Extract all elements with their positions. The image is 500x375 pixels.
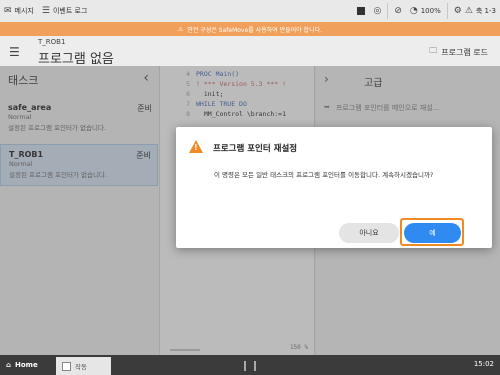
yes-button[interactable]: 예 (404, 223, 461, 243)
warning-exclamation: ! (194, 143, 198, 152)
dialog-message: 이 명령은 모든 일반 태스크의 프로그램 포인터를 이동합니다. 계속하시겠습… (214, 171, 434, 179)
speed-button[interactable]: ◔ 100% (406, 0, 445, 22)
dialog-title: 프로그램 포인터 재설정 (213, 144, 298, 154)
home-label: Home (15, 361, 38, 369)
messages-button[interactable]: ✉ 메시지 (0, 0, 38, 22)
operate-app-label: 작동 (75, 363, 87, 371)
run-mode-icon: ⊘ (394, 6, 402, 16)
run-mode-button[interactable]: ⊘ (390, 0, 406, 22)
operate-app-icon (62, 361, 71, 371)
speed-gauge-icon: ◔ (409, 6, 418, 16)
home-icon: ⌂ (6, 361, 12, 369)
warning-text: 안전 구성은 SafeMove를 사용하여 만들어야 합니다. (187, 26, 323, 34)
load-program-label: 프로그램 로드 (441, 47, 488, 57)
status-bar: ✉ 메시지 ☰ 이벤트 로그 ◎ ⊘ ◔ 100% ⚙ ⚠ 축 1-3 (0, 0, 500, 22)
clock: 15:02 (473, 360, 494, 368)
stop-state-button[interactable] (353, 0, 369, 22)
bottom-bar: ⌂ Home 작동 15:02 (0, 355, 500, 375)
mechunit-label: 축 1-3 (475, 7, 496, 15)
mechunit-button[interactable]: ⚙ ⚠ 축 1-3 (450, 0, 500, 22)
load-program-button[interactable]: 🗀 프로그램 로드 (429, 45, 488, 59)
warning-icon: ⚠ (177, 25, 184, 33)
speed-label: 100% (420, 7, 441, 15)
no-button[interactable]: 아니요 (339, 223, 399, 243)
list-icon: ☰ (41, 6, 50, 16)
operate-app-tab[interactable]: 작동 (56, 357, 111, 375)
messages-label: 메시지 (14, 7, 34, 15)
motor-button[interactable]: ◎ (369, 0, 385, 22)
motor-icon: ◎ (373, 6, 382, 16)
program-task-name: T_ROB1 (38, 38, 66, 46)
drawer-handle[interactable] (244, 361, 256, 371)
program-header: ☰ T_ROB1 프로그램 없음 🗀 프로그램 로드 (0, 36, 500, 67)
folder-icon: 🗀 (429, 46, 438, 55)
message-icon: ✉ (4, 6, 12, 16)
safety-warning-bar[interactable]: ⚠ 안전 구성은 SafeMove를 사용하여 만들어야 합니다. (0, 22, 500, 36)
home-button[interactable]: ⌂ Home (0, 355, 55, 375)
axis-icon: ⚠ (464, 6, 473, 16)
reset-pp-dialog: ! 프로그램 포인터 재설정 이 명령은 모든 일반 태스크의 프로그램 포인터… (176, 127, 492, 248)
robot-icon: ⚙ (453, 6, 462, 16)
eventlog-button[interactable]: ☰ 이벤트 로그 (38, 0, 92, 22)
menu-icon[interactable]: ☰ (9, 45, 20, 59)
stop-icon (357, 7, 366, 15)
eventlog-label: 이벤트 로그 (52, 7, 88, 15)
page-title: 프로그램 없음 (38, 52, 114, 67)
